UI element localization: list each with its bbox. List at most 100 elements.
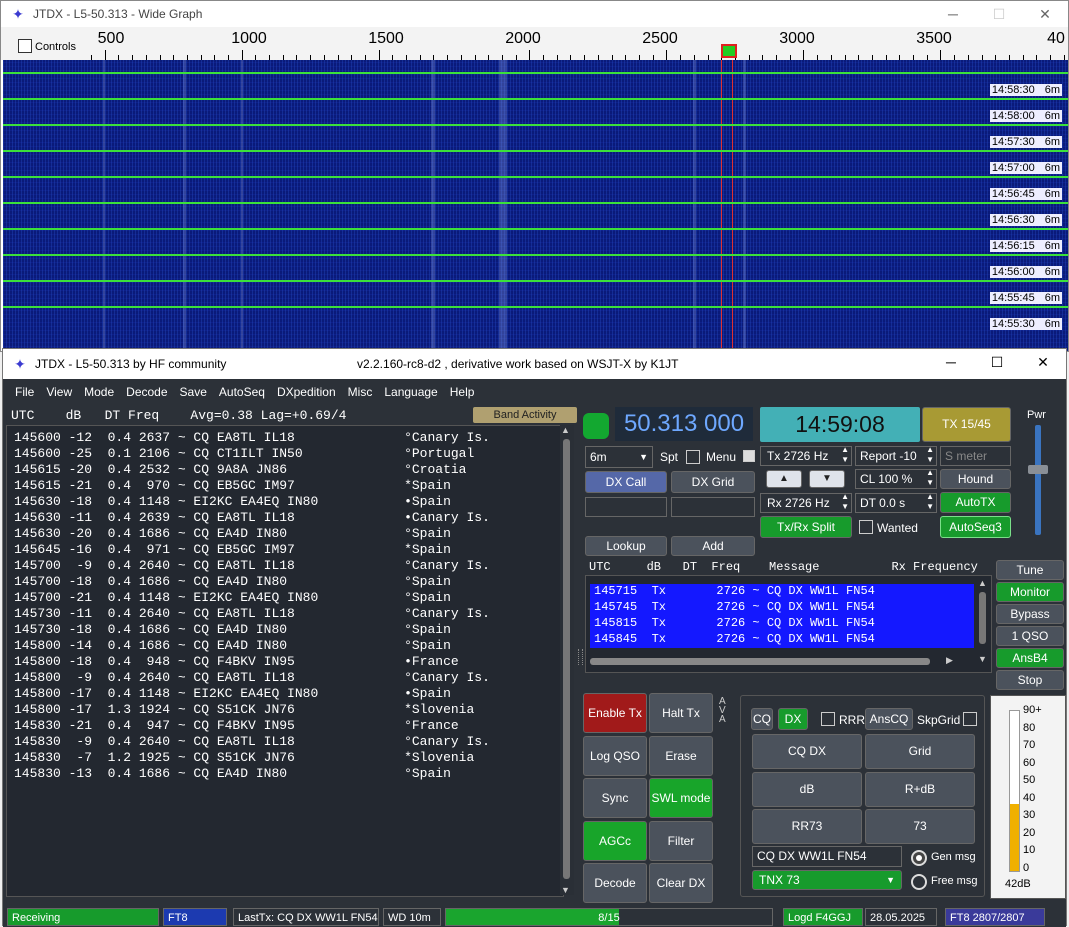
one-qso-button[interactable]: 1 QSO	[996, 626, 1064, 646]
dt-spinbox[interactable]: DT 0.0 s ▲ ▼	[855, 492, 937, 513]
decode-row[interactable]: 145600 -12 0.4 2637 ~ CQ EA8TL IL18 °Can…	[14, 430, 490, 445]
dx-button[interactable]: DX	[778, 708, 808, 730]
decode-row[interactable]: 145630 -18 0.4 1148 ~ EI2KC EA4EQ IN80 •…	[14, 494, 451, 509]
band-select[interactable]: 6m ▼	[585, 446, 653, 468]
menu-item-help[interactable]: Help	[450, 385, 475, 399]
autoseq-button[interactable]: AutoSeq3	[940, 516, 1011, 538]
enable-tx-button[interactable]: Enable Tx	[583, 693, 647, 733]
decode-row[interactable]: 145830 -9 0.4 2640 ~ CQ EA8TL IL18 °Cana…	[14, 734, 490, 749]
maximize-icon[interactable]: ☐	[976, 1, 1022, 27]
autotx-button[interactable]: AutoTX	[940, 492, 1011, 513]
scrollbar-thumb[interactable]	[563, 439, 570, 879]
decode-row[interactable]: 145730 -11 0.4 2640 ~ CQ EA8TL IL18 °Can…	[14, 606, 490, 621]
spin-arrows-icon[interactable]: ▲ ▼	[926, 492, 934, 512]
tx-period-button[interactable]: TX 15/45	[922, 407, 1011, 442]
minimize-icon[interactable]: ─	[928, 349, 974, 375]
decode-row[interactable]: 145800 -17 0.4 1148 ~ EI2KC EA4EQ IN80 •…	[14, 686, 451, 701]
controls-checkbox[interactable]	[18, 39, 32, 53]
clear-dx-button[interactable]: Clear DX	[649, 863, 713, 903]
msg-73-button[interactable]: 73	[865, 809, 975, 844]
decode-scrollbar[interactable]: ▲ ▼	[560, 425, 574, 895]
log-qso-button[interactable]: Log QSO	[583, 735, 647, 776]
free-msg-radio[interactable]	[911, 874, 927, 890]
wide-graph-titlebar[interactable]: ✦ JTDX - L5-50.313 - Wide Graph ─ ☐ ✕	[1, 1, 1068, 27]
tune-button[interactable]: Tune	[996, 560, 1064, 580]
decode-row[interactable]: 145615 -20 0.4 2532 ~ CQ 9A8A JN86 °Croa…	[14, 462, 466, 477]
scroll-up-icon[interactable]: ▲	[978, 578, 987, 588]
scroll-down-icon[interactable]: ▼	[561, 885, 570, 895]
decode-button[interactable]: Decode	[583, 863, 647, 903]
decode-row[interactable]: 145800 -14 0.4 1686 ~ CQ EA4D IN80 °Spai…	[14, 638, 451, 653]
scroll-right-icon[interactable]: ▶	[946, 655, 953, 666]
rx-tx-marker[interactable]	[721, 44, 737, 58]
arrow-down-button[interactable]: ▼	[809, 470, 845, 488]
agcc-button[interactable]: AGCc	[583, 820, 647, 861]
spin-arrows-icon[interactable]: ▲ ▼	[841, 492, 849, 512]
generated-message-field[interactable]: CQ DX WW1L FN54	[752, 846, 902, 867]
menu-item-mode[interactable]: Mode	[84, 385, 114, 399]
halt-tx-button[interactable]: Halt Tx	[649, 693, 713, 733]
decode-row[interactable]: 145700 -21 0.4 1148 ~ EI2KC EA4EQ IN80 °…	[14, 590, 451, 605]
rx-freq-spinbox[interactable]: Rx 2726 Hz ▲ ▼	[760, 492, 852, 513]
dx-grid-button[interactable]: DX Grid	[671, 471, 755, 493]
scroll-down-icon[interactable]: ▼	[978, 654, 987, 664]
maximize-icon[interactable]: ☐	[974, 349, 1020, 375]
frequency-scale[interactable]: 500 1000 1500 2000 2500 3000 3500 40	[91, 27, 1068, 60]
tx-history-row[interactable]: 145715 Tx 2726 ~ CQ DX WW1L FN54	[594, 584, 875, 598]
report-spinbox[interactable]: Report -10 ▲ ▼	[855, 445, 937, 466]
msg-cq-dx-button[interactable]: CQ DX	[752, 734, 862, 769]
band-activity-button[interactable]: Band Activity	[473, 407, 577, 423]
msg-r-db-button[interactable]: R+dB	[865, 771, 975, 807]
decode-row[interactable]: 145630 -11 0.4 2639 ~ CQ EA8TL IL18 •Can…	[14, 510, 490, 525]
spin-arrows-icon[interactable]: ▲ ▼	[926, 468, 934, 488]
frequency-display[interactable]: 50.313 000	[615, 407, 753, 441]
tx-freq-spinbox[interactable]: Tx 2726 Hz ▲ ▼	[760, 445, 852, 466]
decode-row[interactable]: 145700 -18 0.4 1686 ~ CQ EA4D IN80 °Spai…	[14, 574, 451, 589]
sync-button[interactable]: Sync	[583, 778, 647, 818]
monitor-button[interactable]: Monitor	[996, 582, 1064, 602]
decode-row[interactable]: 145630 -20 0.4 1686 ~ CQ EA4D IN80 °Spai…	[14, 526, 451, 541]
menu-item-view[interactable]: View	[46, 385, 72, 399]
decode-row[interactable]: 145645 -16 0.4 971 ~ CQ EB5GC IM97 *Spai…	[14, 542, 451, 557]
decode-row[interactable]: 145615 -21 0.4 970 ~ CQ EB5GC IM97 *Spai…	[14, 478, 451, 493]
splitter-handle[interactable]	[578, 649, 583, 665]
decode-row[interactable]: 145800 -17 1.3 1924 ~ CQ S51CK JN76 *Slo…	[14, 702, 474, 717]
tx-history-row[interactable]: 145815 Tx 2726 ~ CQ DX WW1L FN54	[594, 616, 875, 630]
txrx-split-button[interactable]: Tx/Rx Split	[760, 516, 852, 538]
decode-row[interactable]: 145800 -9 0.4 2640 ~ CQ EA8TL IL18 °Cana…	[14, 670, 490, 685]
spt-checkbox[interactable]	[686, 450, 700, 464]
minimize-icon[interactable]: ─	[930, 1, 976, 27]
arrow-buttons-icon[interactable]: AVA	[719, 697, 726, 725]
menu-item-file[interactable]: File	[15, 385, 34, 399]
msg-grid-button[interactable]: Grid	[865, 734, 975, 769]
ansb4-button[interactable]: AnsB4	[996, 648, 1064, 668]
menu-item-language[interactable]: Language	[384, 385, 437, 399]
free-message-select[interactable]: TNX 73 ▼	[752, 870, 902, 890]
menu-checkbox[interactable]	[743, 450, 755, 462]
msg-db-button[interactable]: dB	[752, 771, 862, 807]
decode-row[interactable]: 145700 -9 0.4 2640 ~ CQ EA8TL IL18 °Cana…	[14, 558, 490, 573]
power-slider-handle[interactable]	[1028, 465, 1048, 474]
decode-row[interactable]: 145830 -7 1.2 1925 ~ CQ S51CK JN76 *Slov…	[14, 750, 474, 765]
anscq-button[interactable]: AnsCQ	[865, 708, 913, 730]
band-activity-list[interactable]: 145600 -12 0.4 2637 ~ CQ EA8TL IL18 °Can…	[6, 425, 564, 897]
spin-arrows-icon[interactable]: ▲ ▼	[926, 445, 934, 465]
horizontal-scrollbar[interactable]	[590, 658, 930, 665]
scroll-up-icon[interactable]: ▲	[561, 425, 570, 435]
filter-button[interactable]: Filter	[649, 820, 713, 861]
menu-item-dxpedition[interactable]: DXpedition	[277, 385, 336, 399]
rrr-checkbox[interactable]	[821, 712, 835, 726]
menu-item-save[interactable]: Save	[180, 385, 207, 399]
close-icon[interactable]: ✕	[1022, 1, 1068, 27]
stop-button[interactable]: Stop	[996, 670, 1064, 690]
wanted-checkbox[interactable]	[859, 520, 873, 534]
dx-grid-input[interactable]	[671, 497, 755, 517]
decode-row[interactable]: 145600 -25 0.1 2106 ~ CQ CT1ILT IN50 °Po…	[14, 446, 474, 461]
dx-call-input[interactable]	[585, 497, 667, 517]
hound-button[interactable]: Hound	[940, 469, 1011, 489]
decode-row[interactable]: 145830 -13 0.4 1686 ~ CQ EA4D IN80 °Spai…	[14, 766, 451, 781]
decode-row[interactable]: 145800 -18 0.4 948 ~ CQ F4BKV IN95 •Fran…	[14, 654, 459, 669]
decode-row[interactable]: 145830 -21 0.4 947 ~ CQ F4BKV IN95 °Fran…	[14, 718, 459, 733]
menu-item-misc[interactable]: Misc	[348, 385, 373, 399]
cl-spinbox[interactable]: CL 100 % ▲ ▼	[855, 468, 937, 489]
